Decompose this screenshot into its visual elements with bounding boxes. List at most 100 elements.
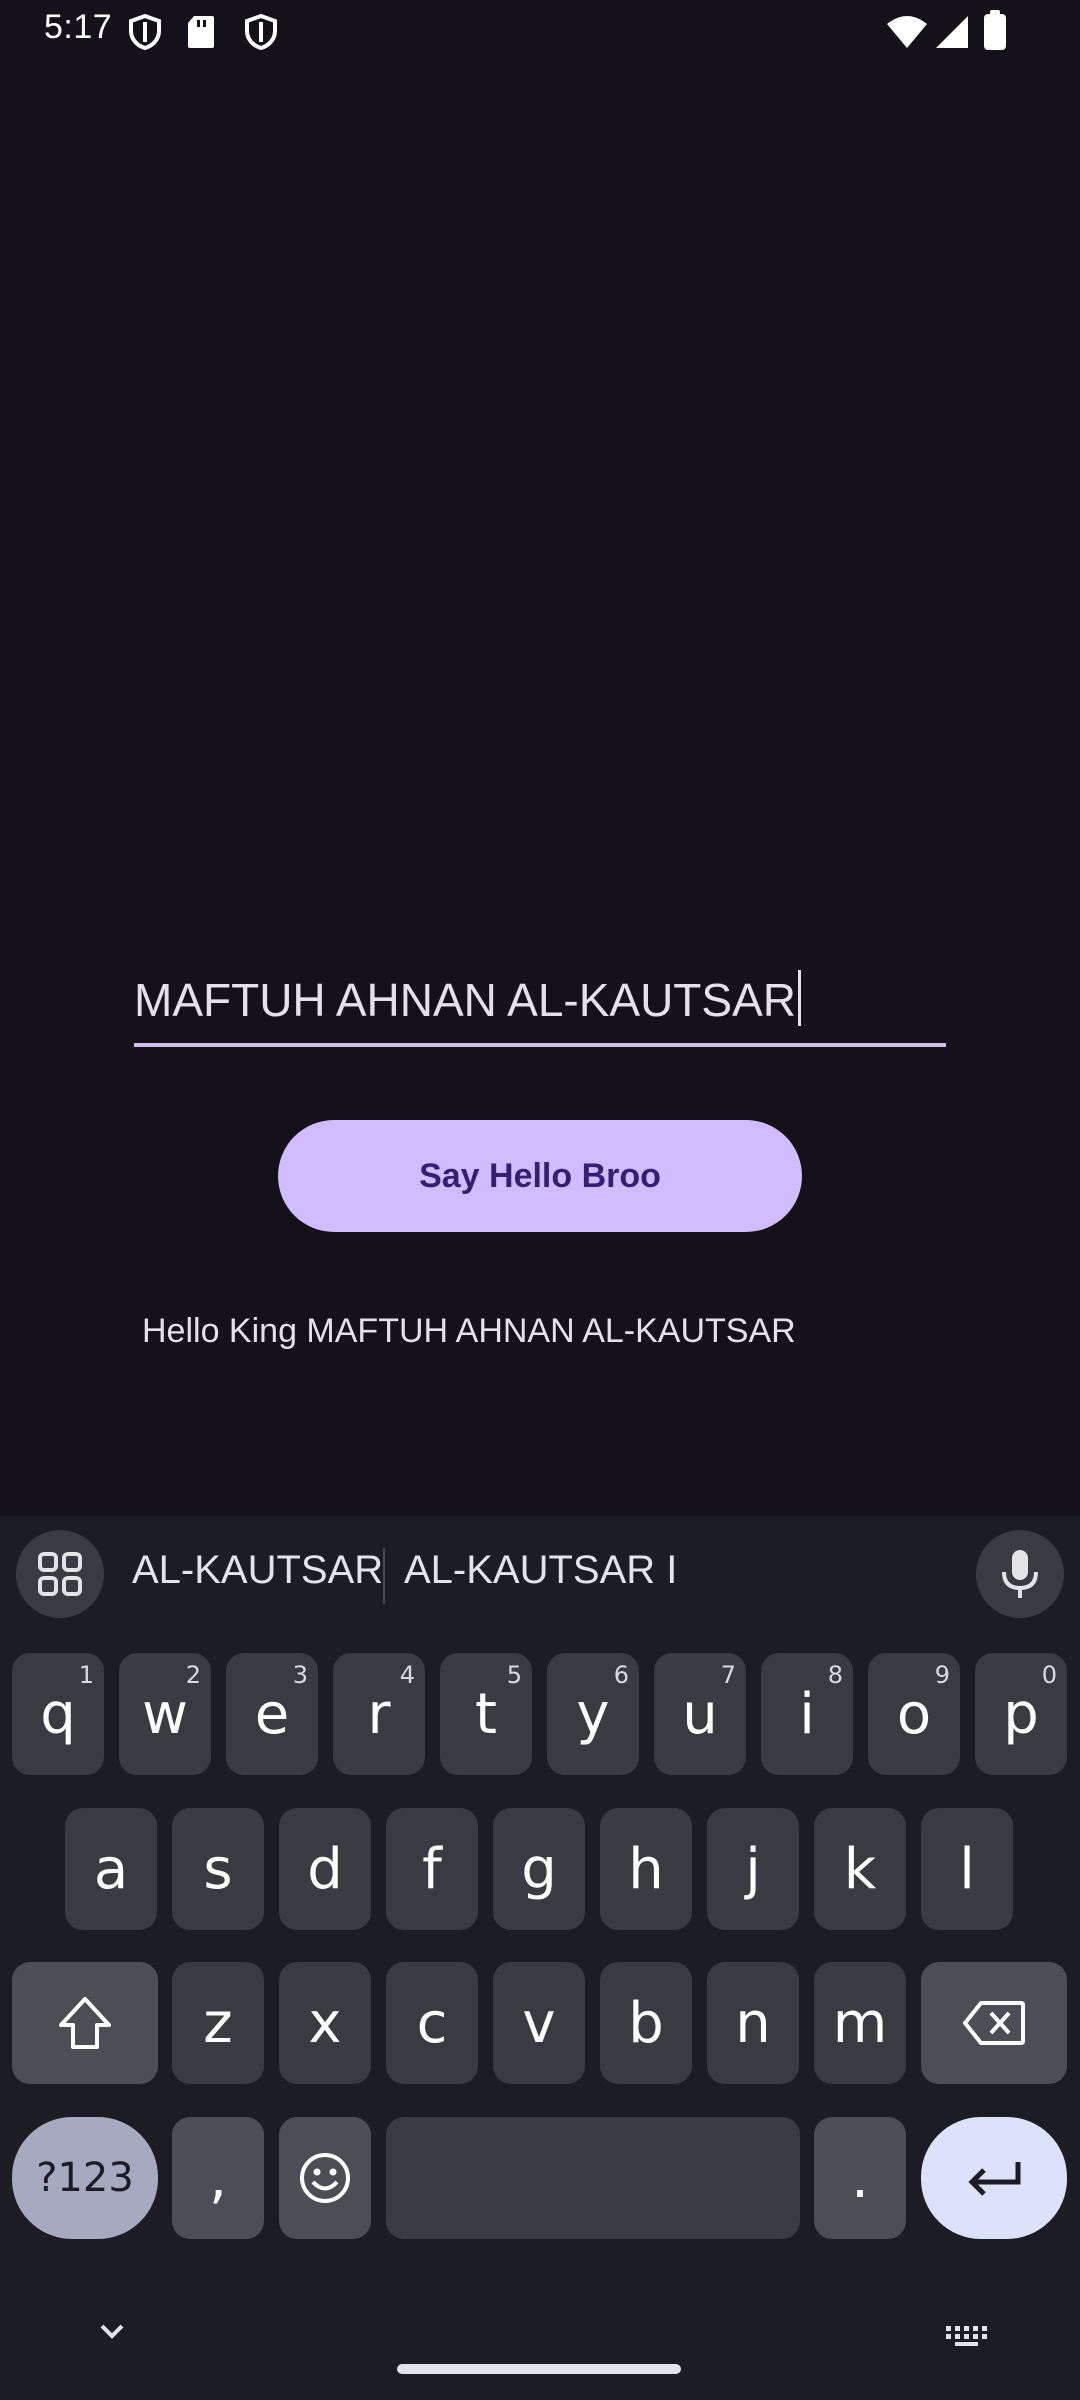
key-label: p [1003,1681,1039,1747]
space-key[interactable] [386,2117,800,2239]
key-label: s [203,1836,233,1902]
shift-key[interactable] [12,1962,158,2084]
enter-key[interactable] [921,2117,1067,2239]
key-label: n [735,1990,771,2056]
key-r[interactable]: r4 [333,1653,425,1775]
battery-icon [984,10,1006,50]
key-hint: 6 [613,1661,629,1689]
greeting-text: Hello King MAFTUH AHNAN AL-KAUTSAR [142,1312,796,1350]
wifi-icon [887,16,927,48]
comma-key[interactable]: , [172,2117,264,2239]
emoji-key[interactable] [279,2117,371,2239]
keyboard-switch-icon[interactable] [944,2324,990,2348]
key-label: h [628,1836,664,1902]
key-i[interactable]: i8 [761,1653,853,1775]
key-s[interactable]: s [172,1808,264,1930]
shield-icon [245,14,277,50]
key-m[interactable]: m [814,1962,906,2084]
key-z[interactable]: z [172,1962,264,2084]
key-g[interactable]: g [493,1808,585,1930]
key-label: x [308,1990,342,2056]
key-label: w [142,1681,188,1747]
key-v[interactable]: v [493,1962,585,2084]
key-label: z [203,1990,233,2056]
key-n[interactable]: n [707,1962,799,2084]
chevron-down-icon[interactable] [98,2322,126,2342]
key-label: e [254,1681,290,1747]
key-label: b [628,1990,664,2056]
key-d[interactable]: d [279,1808,371,1930]
key-b[interactable]: b [600,1962,692,2084]
key-label: t [475,1681,497,1747]
period-key[interactable]: . [814,2117,906,2239]
key-label: v [522,1990,556,2056]
key-label: m [832,1990,888,2056]
suggestion-2[interactable]: AL-KAUTSAR I [404,1548,677,1593]
key-hint: 7 [720,1661,736,1689]
comma-key-label: , [209,2145,227,2211]
key-k[interactable]: k [814,1808,906,1930]
key-label: f [422,1836,442,1902]
key-label: c [416,1990,448,2056]
key-label: j [745,1836,761,1902]
sd-card-icon [188,16,214,48]
symbols-key[interactable]: ?123 [12,2117,158,2239]
key-p[interactable]: p0 [975,1653,1067,1775]
key-label: u [682,1681,718,1747]
key-hint: 0 [1041,1661,1057,1689]
key-label: k [843,1836,877,1902]
key-c[interactable]: c [386,1962,478,2084]
status-bar: 5:17 [0,0,1080,64]
keyboard-apps-button[interactable] [16,1530,104,1618]
key-w[interactable]: w2 [119,1653,211,1775]
suggestion-1[interactable]: AL-KAUTSAR [132,1548,383,1593]
key-label: q [40,1681,76,1747]
microphone-icon [1002,1550,1038,1598]
emoji-icon [300,2153,350,2203]
key-o[interactable]: o9 [868,1653,960,1775]
text-cursor [798,970,801,1026]
key-hint: 2 [185,1661,201,1689]
backspace-icon [963,2001,1025,2045]
key-label: r [367,1681,391,1747]
key-l[interactable]: l [921,1808,1013,1930]
key-hint: 8 [827,1661,843,1689]
key-hint: 1 [78,1661,94,1689]
key-h[interactable]: h [600,1808,692,1930]
key-label: i [799,1681,815,1747]
key-label: y [576,1681,610,1747]
key-a[interactable]: a [65,1808,157,1930]
grid-icon [38,1552,82,1596]
shield-icon [129,14,161,50]
key-j[interactable]: j [707,1808,799,1930]
backspace-key[interactable] [921,1962,1067,2084]
key-t[interactable]: t5 [440,1653,532,1775]
period-key-label: . [851,2145,869,2211]
suggestion-divider [383,1548,385,1604]
voice-input-button[interactable] [976,1530,1064,1618]
key-label: a [93,1836,129,1902]
shift-icon [59,1997,111,2049]
key-e[interactable]: e3 [226,1653,318,1775]
signal-icon [936,16,968,48]
key-hint: 9 [934,1661,950,1689]
key-f[interactable]: f [386,1808,478,1930]
keyboard [0,1516,1080,2400]
key-label: d [307,1836,343,1902]
say-hello-button-label: Say Hello Broo [419,1156,661,1195]
name-input-value: MAFTUH AHNAN AL-KAUTSAR [134,974,796,1026]
say-hello-button[interactable]: Say Hello Broo [278,1120,802,1232]
key-u[interactable]: u7 [654,1653,746,1775]
key-label: l [959,1836,975,1902]
symbols-key-label: ?123 [36,2155,134,2201]
enter-icon [968,2162,1021,2196]
key-q[interactable]: q1 [12,1653,104,1775]
key-x[interactable]: x [279,1962,371,2084]
key-y[interactable]: y6 [547,1653,639,1775]
key-hint: 5 [506,1661,522,1689]
key-label: o [896,1681,932,1747]
home-indicator[interactable] [397,2364,681,2374]
status-time: 5:17 [44,8,113,46]
key-label: g [521,1836,557,1902]
name-input[interactable]: MAFTUH AHNAN AL-KAUTSAR [134,955,946,1047]
